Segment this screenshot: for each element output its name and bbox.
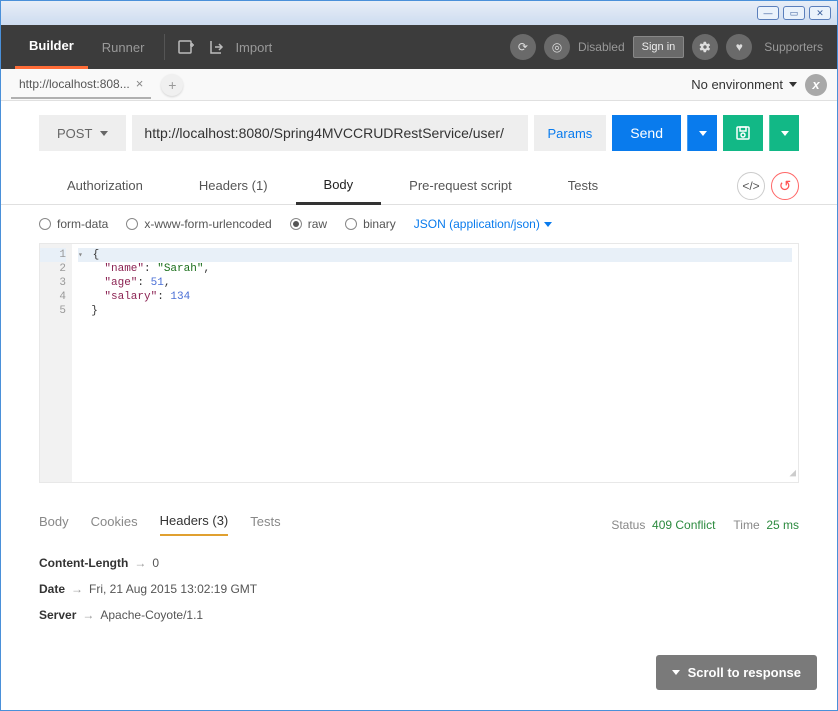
separator <box>164 34 165 60</box>
resp-tab-body[interactable]: Body <box>39 514 69 535</box>
chevron-down-icon <box>100 131 108 136</box>
chevron-down-icon <box>672 670 680 675</box>
save-button[interactable] <box>723 115 763 151</box>
time-value: 25 ms <box>766 518 799 532</box>
reset-icon[interactable]: ↺ <box>771 172 799 200</box>
close-icon[interactable]: ✕ <box>809 6 831 20</box>
editor-code[interactable]: ▾ { "name": "Sarah", "age": 51, "salary"… <box>72 244 798 482</box>
resp-tab-tests[interactable]: Tests <box>250 514 280 535</box>
chevron-down-icon <box>789 82 797 87</box>
add-tab-button[interactable]: + <box>161 74 183 96</box>
params-button[interactable]: Params <box>534 115 607 151</box>
editor-gutter: 12345 <box>40 244 72 482</box>
minimize-icon[interactable]: — <box>757 6 779 20</box>
signin-button[interactable]: Sign in <box>633 36 685 58</box>
http-method-selector[interactable]: POST <box>39 115 126 151</box>
nav-runner[interactable]: Runner <box>88 25 159 69</box>
tab-close-icon[interactable]: × <box>136 76 144 91</box>
body-type-options: form-data x-www-form-urlencoded raw bina… <box>1 205 837 243</box>
interceptor-icon[interactable]: ◎ <box>544 34 570 60</box>
code-snippet-icon[interactable]: </> <box>737 172 765 200</box>
status-value: 409 Conflict <box>652 518 715 532</box>
sync-icon[interactable]: ⟳ <box>510 34 536 60</box>
save-dropdown[interactable] <box>769 115 799 151</box>
url-input[interactable] <box>132 115 527 151</box>
request-subtabs: Authorization Headers (1) Body Pre-reque… <box>1 151 837 205</box>
tab-body[interactable]: Body <box>296 167 382 205</box>
radio-raw[interactable]: raw <box>290 217 327 231</box>
supporters-label[interactable]: Supporters <box>764 40 823 54</box>
tab-prerequest[interactable]: Pre-request script <box>381 168 540 203</box>
send-dropdown[interactable] <box>687 115 717 151</box>
body-editor[interactable]: 12345 ▾ { "name": "Sarah", "age": 51, "s… <box>39 243 799 483</box>
status-label: Status <box>611 518 645 532</box>
request-tab[interactable]: http://localhost:808... × <box>11 71 151 99</box>
request-tabbar: http://localhost:808... × + No environme… <box>1 69 837 101</box>
radio-urlencoded[interactable]: x-www-form-urlencoded <box>126 217 271 231</box>
resp-tab-cookies[interactable]: Cookies <box>91 514 138 535</box>
method-label: POST <box>57 126 92 141</box>
resize-handle-icon[interactable]: ◢ <box>789 466 796 480</box>
response-headers-list: Content-Length→0Date→Fri, 21 Aug 2015 13… <box>1 536 837 642</box>
settings-icon[interactable] <box>692 34 718 60</box>
radio-label: x-www-form-urlencoded <box>144 217 271 231</box>
radio-label: raw <box>308 217 327 231</box>
interceptor-status: Disabled <box>578 40 625 54</box>
content-type-label: JSON (application/json) <box>414 217 540 231</box>
response-header-row: Content-Length→0 <box>39 550 799 576</box>
environment-label: No environment <box>691 77 783 92</box>
response-header-row: Server→Apache-Coyote/1.1 <box>39 602 799 628</box>
tab-headers[interactable]: Headers (1) <box>171 168 296 203</box>
response-header-row: Date→Fri, 21 Aug 2015 13:02:19 GMT <box>39 576 799 602</box>
radio-binary[interactable]: binary <box>345 217 396 231</box>
tab-authorization[interactable]: Authorization <box>39 168 171 203</box>
new-tab-icon[interactable] <box>171 32 201 62</box>
response-tabs: Body Cookies Headers (3) Tests Status 40… <box>1 483 837 536</box>
env-quicklook-icon[interactable]: x <box>805 74 827 96</box>
chevron-down-icon <box>544 222 552 227</box>
radio-label: binary <box>363 217 396 231</box>
app-toolbar: Builder Runner Import ⟳ ◎ Disabled Sign … <box>1 25 837 69</box>
request-row: POST Params Send <box>1 101 837 151</box>
resp-tab-headers[interactable]: Headers (3) <box>160 513 229 536</box>
heart-icon[interactable]: ♥ <box>726 34 752 60</box>
tab-label: http://localhost:808... <box>19 77 130 91</box>
radio-label: form-data <box>57 217 108 231</box>
environment-selector[interactable]: No environment <box>691 77 797 92</box>
nav-builder[interactable]: Builder <box>15 25 88 69</box>
content-type-dropdown[interactable]: JSON (application/json) <box>414 217 552 231</box>
tab-tests[interactable]: Tests <box>540 168 626 203</box>
import-icon[interactable] <box>201 32 231 62</box>
radio-formdata[interactable]: form-data <box>39 217 108 231</box>
scroll-label: Scroll to response <box>688 665 801 680</box>
send-button[interactable]: Send <box>612 115 681 151</box>
time-label: Time <box>733 518 759 532</box>
window-titlebar: — ▭ ✕ <box>1 1 837 25</box>
maximize-icon[interactable]: ▭ <box>783 6 805 20</box>
import-label[interactable]: Import <box>235 40 272 55</box>
scroll-to-response-button[interactable]: Scroll to response <box>656 655 817 690</box>
